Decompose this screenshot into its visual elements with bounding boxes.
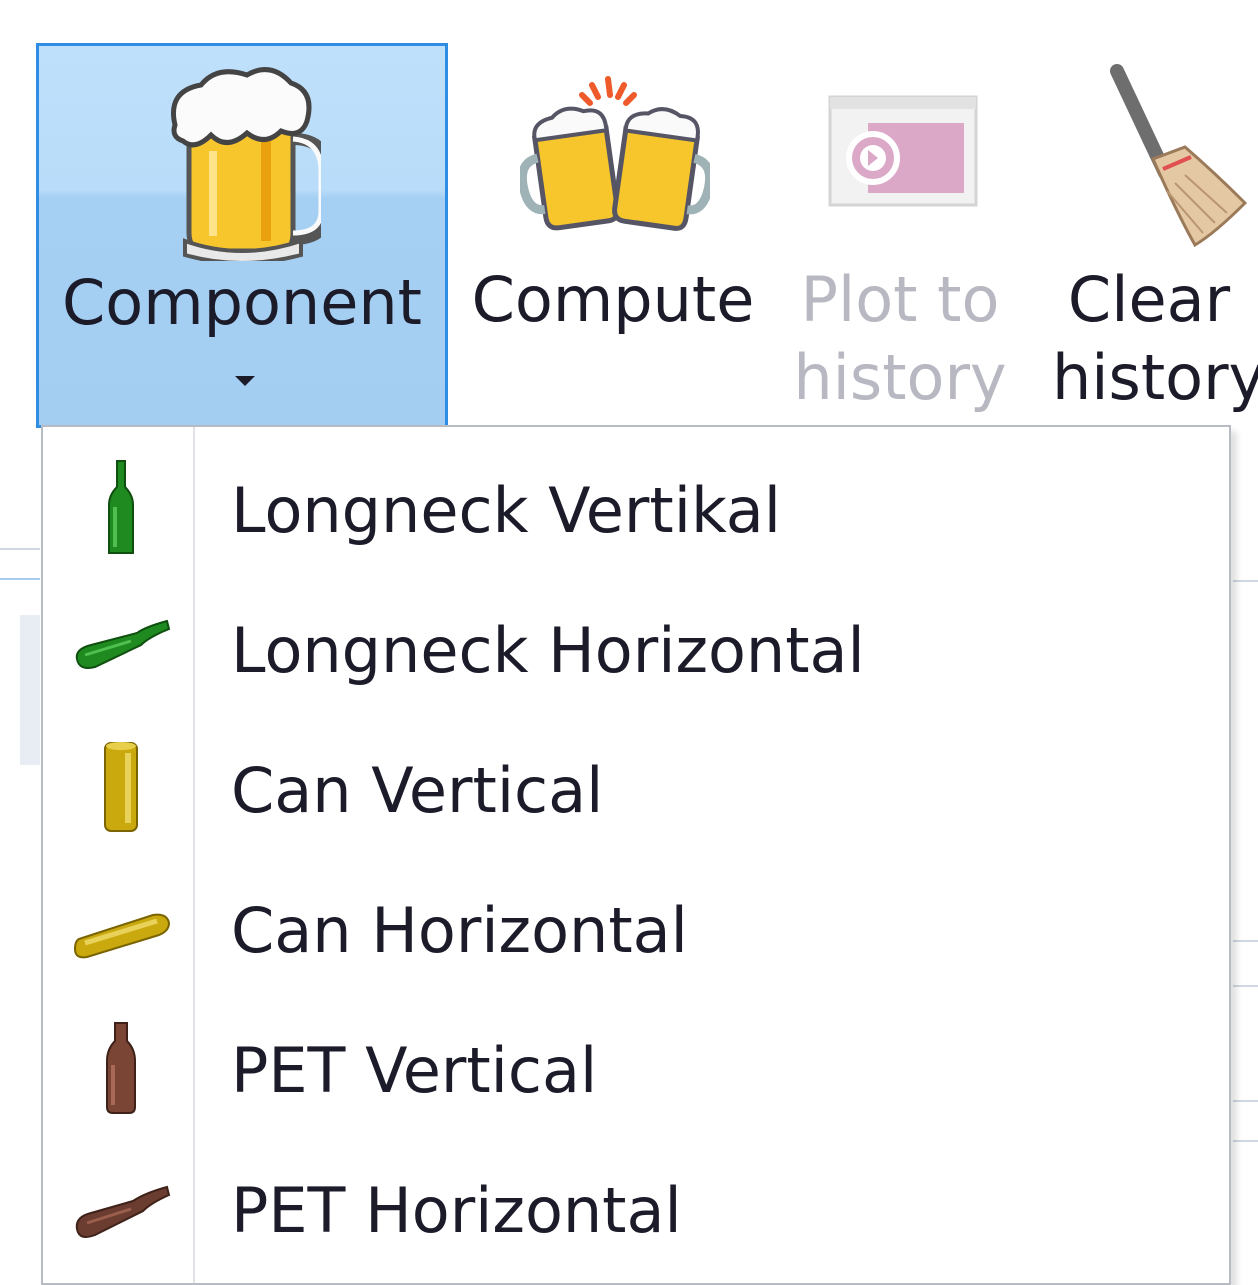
beer-cheers-icon xyxy=(520,76,710,231)
menu-item-label: Can Horizontal xyxy=(231,894,688,967)
plot-to-history-button[interactable]: Plot to history xyxy=(785,43,1015,428)
compute-button-label: Compute xyxy=(471,263,755,336)
ribbon-group: Component Compute Plot to history Clear … xyxy=(0,0,1258,430)
background-divider xyxy=(1233,985,1258,987)
menu-item-pet-horizontal[interactable]: PET Horizontal xyxy=(43,1137,1229,1277)
menu-item-can-horizontal[interactable]: Can Horizontal xyxy=(43,857,1229,997)
menu-item-longneck-vertikal[interactable]: Longneck Vertikal xyxy=(43,437,1229,577)
menu-item-label: Can Vertical xyxy=(231,754,604,827)
component-button-label: Component xyxy=(62,266,422,339)
background-divider xyxy=(1233,1140,1258,1142)
plot-to-history-icon xyxy=(828,95,978,207)
longneck-vertical-icon xyxy=(108,460,134,554)
background-divider xyxy=(1233,1100,1258,1102)
background-divider xyxy=(0,578,40,580)
menu-item-can-vertical[interactable]: Can Vertical xyxy=(43,717,1229,857)
menu-item-label: PET Horizontal xyxy=(231,1174,682,1247)
clear-history-label-line1: Clear xyxy=(1067,263,1231,336)
clear-history-button[interactable]: Clear history xyxy=(1040,43,1258,428)
pet-horizontal-icon xyxy=(75,1185,171,1238)
background-divider xyxy=(0,548,40,550)
background-divider xyxy=(1233,940,1258,942)
plot-to-history-label-line2: history xyxy=(793,341,1007,414)
component-dropdown-menu: Longneck Vertikal Longneck Horizontal Ca… xyxy=(41,425,1231,1285)
menu-item-label: Longneck Horizontal xyxy=(231,614,865,687)
background-divider xyxy=(1233,580,1258,582)
plot-to-history-label-line1: Plot to xyxy=(800,263,1000,336)
broom-icon xyxy=(1110,64,1248,248)
clear-history-label-line2: history xyxy=(1052,341,1258,414)
menu-item-pet-vertical[interactable]: PET Vertical xyxy=(43,997,1229,1137)
pet-vertical-icon xyxy=(106,1022,136,1114)
compute-button[interactable]: Compute xyxy=(458,43,768,428)
menu-item-longneck-horizontal[interactable]: Longneck Horizontal xyxy=(43,577,1229,717)
component-dropdown-button[interactable]: Component xyxy=(36,43,448,428)
background-panel xyxy=(20,615,40,765)
menu-item-label: Longneck Vertikal xyxy=(231,474,781,547)
can-vertical-icon xyxy=(104,742,138,832)
can-horizontal-icon xyxy=(73,913,171,959)
menu-item-label: PET Vertical xyxy=(231,1034,598,1107)
longneck-horizontal-icon xyxy=(75,619,171,669)
beer-mug-icon xyxy=(171,67,321,261)
chevron-down-icon xyxy=(235,376,255,386)
